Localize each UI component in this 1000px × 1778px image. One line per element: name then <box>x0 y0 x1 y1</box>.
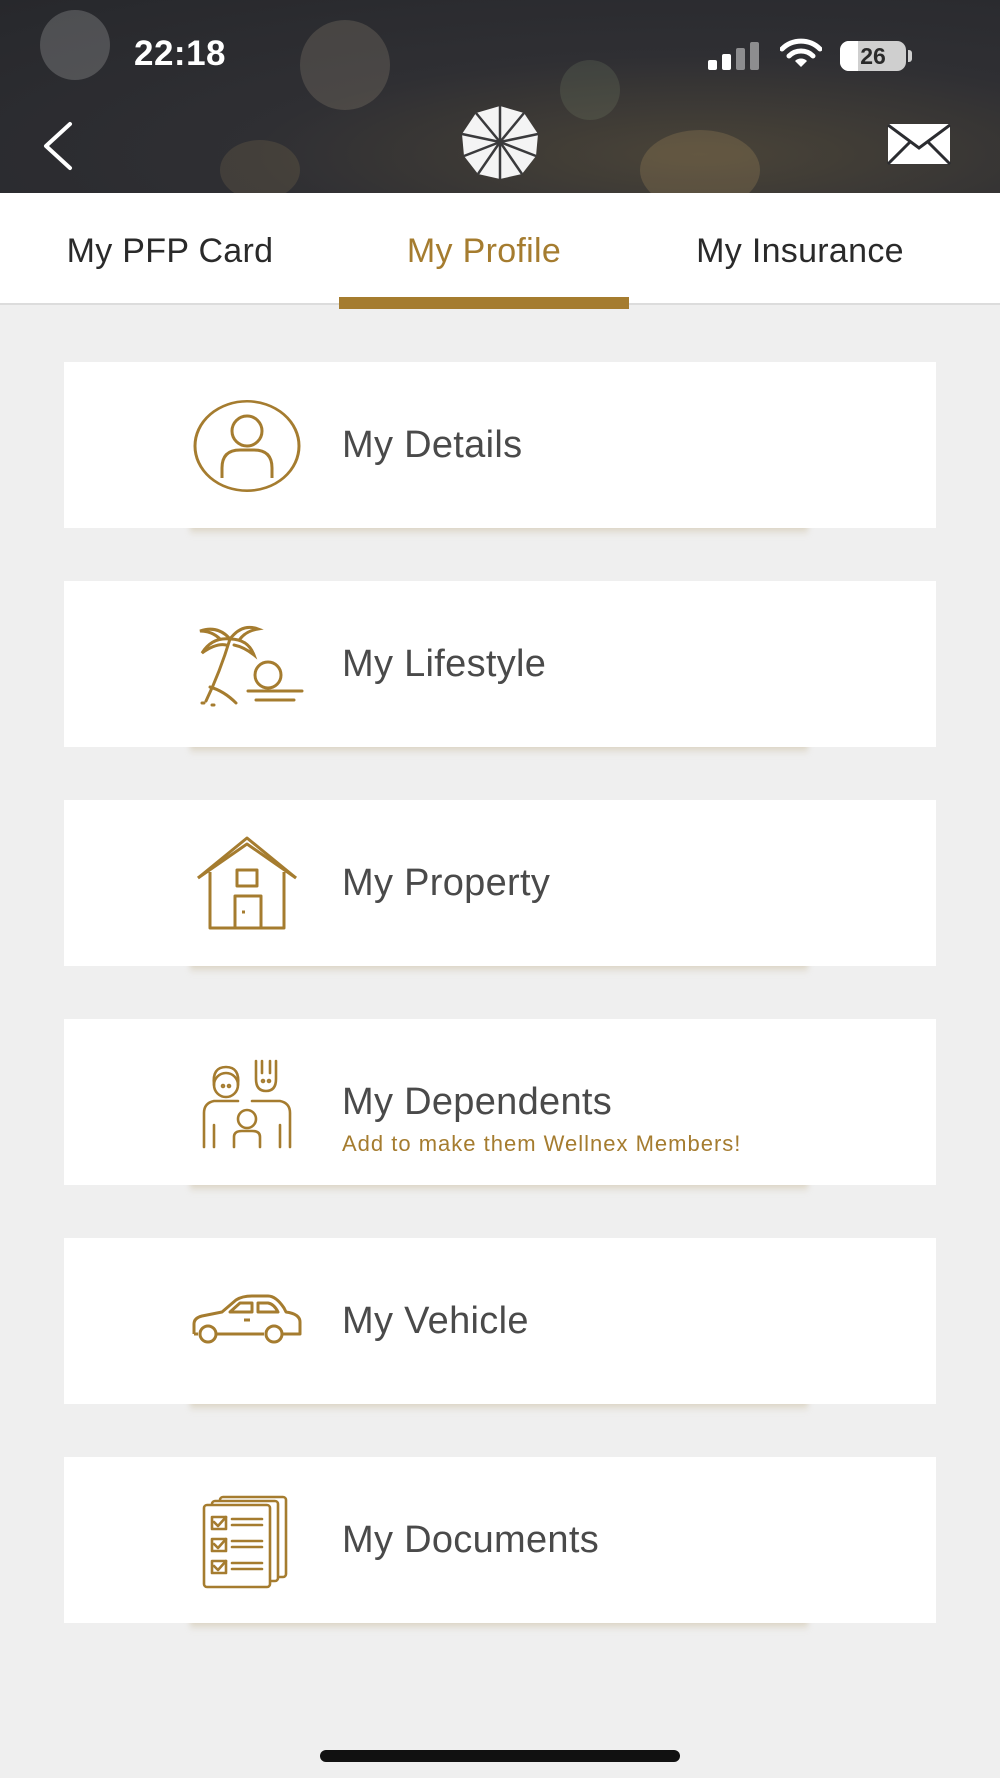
battery-tip <box>908 50 912 62</box>
palm-tree-sunset-icon <box>199 625 304 707</box>
family-icon <box>202 1059 292 1149</box>
house-icon <box>197 836 297 930</box>
menu-item-subtitle: Add to make them Wellnex Members! <box>342 1131 742 1156</box>
documents-checklist-icon <box>202 1495 288 1589</box>
chevron-left-icon <box>44 122 72 170</box>
bokeh-light <box>300 20 390 110</box>
car-icon <box>192 1294 302 1344</box>
menu-item-my-property[interactable]: My Property <box>64 800 936 966</box>
menu-item-my-vehicle[interactable]: My Vehicle <box>64 1238 936 1404</box>
menu-item-label: My Dependents <box>342 1081 613 1123</box>
menu-item-my-lifestyle[interactable]: My Lifestyle <box>64 581 936 747</box>
battery-icon: 26 <box>840 41 906 71</box>
bokeh-light <box>640 130 760 193</box>
wifi-icon <box>780 38 822 67</box>
menu-item-label: My Lifestyle <box>342 643 547 685</box>
envelope-icon <box>886 123 952 166</box>
menu-item-my-documents[interactable]: My Documents <box>64 1457 936 1623</box>
mail-button[interactable] <box>886 122 952 166</box>
back-button[interactable] <box>38 118 78 174</box>
menu-item-label: My Details <box>342 424 523 466</box>
active-tab-indicator <box>339 297 629 309</box>
menu-item-label: My Documents <box>342 1519 600 1561</box>
battery-level <box>840 41 858 71</box>
home-indicator[interactable] <box>320 1750 680 1762</box>
bokeh-light <box>40 10 110 80</box>
umbrella-logo-icon <box>461 106 539 179</box>
app-header: 22:18 26 <box>0 0 1000 193</box>
bokeh-light <box>220 140 300 193</box>
tab-my-pfp-card[interactable]: My PFP Card <box>30 193 310 305</box>
menu-item-label: My Vehicle <box>342 1300 529 1342</box>
status-time: 22:18 <box>134 34 227 73</box>
tab-my-profile[interactable]: My Profile <box>339 193 629 305</box>
cellular-signal-icon <box>708 42 762 70</box>
bokeh-light <box>560 60 620 120</box>
menu-item-label: My Property <box>342 862 551 904</box>
person-circle-icon <box>193 399 301 492</box>
tab-my-insurance[interactable]: My Insurance <box>665 193 935 305</box>
battery-percentage: 26 <box>860 43 886 69</box>
menu-item-my-details[interactable]: My Details <box>64 362 936 528</box>
menu-item-my-dependents[interactable]: My Dependents Add to make them Wellnex M… <box>64 1019 936 1185</box>
tab-bar: My PFP Card My Profile My Insurance <box>0 193 1000 305</box>
